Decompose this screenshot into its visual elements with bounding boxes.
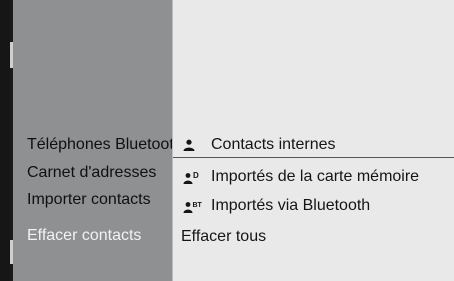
submenu-item-delete-all[interactable]: Effacer tous [173, 225, 454, 249]
menu-item-address-book[interactable]: Carnet d'adresses [27, 162, 172, 184]
menu-item-delete-contacts[interactable]: Effacer contacts [27, 225, 172, 247]
submenu-item-internal-contacts[interactable]: Contacts internes [173, 133, 454, 158]
submenu-item-bluetooth-contacts[interactable]: BT Importés via Bluetooth [173, 194, 454, 218]
icon-badge-text: D [193, 171, 199, 180]
person-bluetooth-icon: BT [183, 194, 205, 218]
submenu-item-label: Effacer tous [181, 228, 267, 245]
display-bezel [0, 0, 10, 281]
person-icon [183, 133, 205, 157]
delete-contacts-submenu: Contacts internes D Importés de la carte… [172, 0, 454, 281]
left-menu: Téléphones Bluetooth Carnet d'adresses I… [13, 0, 172, 281]
menu-item-import-contacts[interactable]: Importer contacts [27, 189, 172, 211]
screen: Téléphones Bluetooth Carnet d'adresses I… [0, 0, 454, 281]
person-memory-card-icon: D [183, 165, 205, 189]
menu-item-bluetooth-phones[interactable]: Téléphones Bluetooth [27, 134, 172, 156]
icon-badge-text: BT [193, 202, 203, 209]
submenu-item-label: Importés via Bluetooth [211, 197, 371, 214]
submenu-item-label: Contacts internes [211, 136, 336, 153]
submenu-item-label: Importés de la carte mémoire [211, 168, 420, 185]
submenu-item-memory-card-contacts[interactable]: D Importés de la carte mémoire [173, 165, 454, 189]
